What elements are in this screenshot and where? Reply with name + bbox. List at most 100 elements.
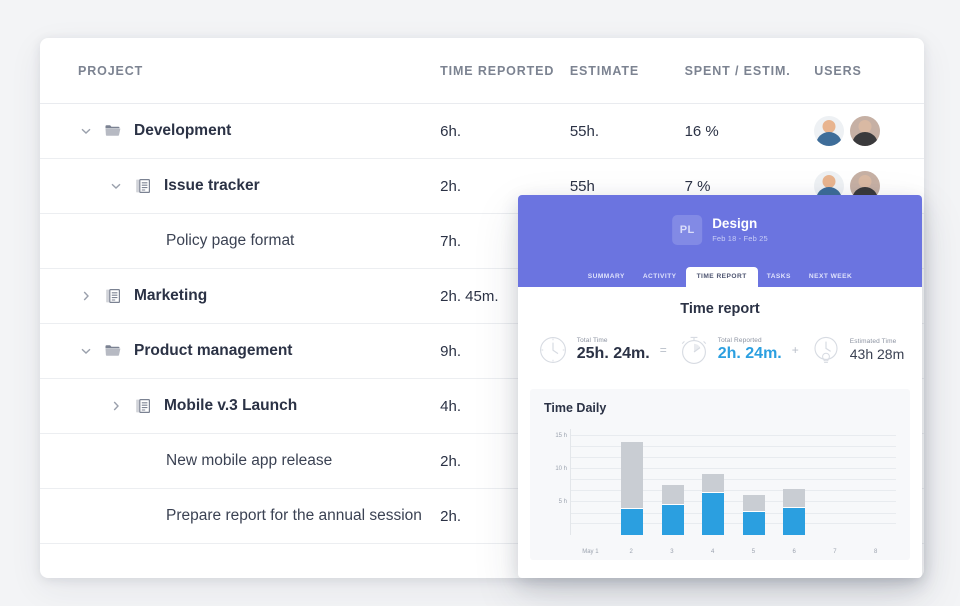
overlay-brand: PL Design Feb 18 - Feb 25 [672, 215, 768, 245]
project-logo: PL [672, 215, 703, 245]
chart-bar-segment-reported [742, 511, 765, 535]
chart-bar-segment-estimate [742, 494, 765, 512]
operator-equals: = [659, 343, 667, 357]
overlay-date-range: Feb 18 - Feb 25 [712, 234, 768, 244]
chart-bar[interactable] [620, 442, 643, 535]
x-axis-tick-label: 5 [751, 549, 756, 555]
chart-plot [570, 429, 896, 535]
chart-x-axis: May 1 2 3 4 5 6 7 8 [570, 549, 896, 555]
cell-time-reported: 2h. [440, 177, 461, 195]
document-icon [134, 177, 152, 195]
stat-label: Estimated Time [849, 338, 897, 345]
tab-activity[interactable]: ACTIVITY [634, 267, 686, 287]
chart-bar-slot [571, 429, 612, 535]
cell-project: Mobile v.3 Launch [78, 397, 440, 415]
column-header-users: USERS [814, 63, 862, 78]
stat-estimated-time: Estimated Time 43h 28m [809, 333, 904, 367]
cell-estimate: 55h. [569, 122, 600, 140]
cell-spent-estim: 16 % [684, 122, 719, 140]
tab-next-week[interactable]: NEXT WEEK [800, 267, 861, 287]
stat-value: 25h. 24m. [576, 345, 650, 362]
chart-bar[interactable] [661, 484, 684, 535]
project-name: Development [134, 122, 232, 139]
chart-bars [571, 429, 896, 535]
stat-total-time: Total Time 25h. 24m. [536, 333, 650, 367]
stopwatch-icon [677, 333, 711, 367]
x-axis-tick-label: 4 [710, 549, 715, 555]
cell-project: Issue tracker [78, 177, 440, 195]
column-header-estimate: ESTIMATE [569, 63, 640, 78]
screen: PROJECT TIME REPORTED ESTIMATE SPENT / E… [0, 0, 960, 606]
project-name: Product management [134, 342, 293, 359]
avatar[interactable] [814, 116, 845, 146]
chart-y-axis: 5 h 10 h 15 h [544, 429, 570, 535]
chart-bar-segment-estimate [783, 488, 806, 507]
x-axis-tick-label: 2 [629, 549, 633, 555]
cell-project: Prepare report for the annual session [78, 507, 440, 525]
table-row[interactable]: Development 6h. 55h. 16 % [40, 104, 924, 159]
chevron-down-icon[interactable] [108, 178, 124, 194]
folder-icon [104, 342, 122, 360]
chart-bar-slot [693, 429, 734, 535]
project-name: Prepare report for the annual session [166, 507, 422, 524]
operator-plus: + [791, 343, 799, 357]
chart-bar-slot [652, 429, 693, 535]
chart-bar-segment-reported [620, 507, 643, 535]
cell-project: Policy page format [78, 232, 440, 250]
chevron-right-icon[interactable] [78, 288, 94, 304]
project-name: Policy page format [166, 232, 295, 249]
avatar[interactable] [850, 116, 881, 146]
chart-bar-segment-reported [661, 503, 684, 535]
chart-bar-slot [734, 429, 775, 535]
time-report-overlay-card: PL Design Feb 18 - Feb 25 SUMMARY ACTIVIT… [518, 195, 922, 578]
chart-bar-segment-estimate [661, 484, 684, 504]
overlay-header: PL Design Feb 18 - Feb 25 SUMMARY ACTIVIT… [518, 195, 922, 287]
cell-users [814, 116, 924, 146]
overlay-body: Time report Total Time 25h. 24m. = Total Re… [518, 287, 922, 560]
time-summary-row: Total Time 25h. 24m. = Total Reported 2h. 24… [518, 333, 922, 367]
stat-label: Total Time [576, 337, 608, 344]
chevron-down-icon[interactable] [78, 343, 94, 359]
tab-summary[interactable]: SUMMARY [579, 267, 634, 287]
stat-value: 2h. 24m. [717, 345, 782, 362]
stat-value: 43h 28m [849, 346, 905, 362]
document-icon [134, 397, 152, 415]
chart-area: 5 h 10 h 15 h May 1 2 3 4 5 6 7 8 [544, 429, 896, 555]
y-axis-tick-label: 15 h [555, 432, 567, 439]
cell-project: Product management [78, 342, 440, 360]
cell-project: Development [78, 122, 440, 140]
cell-project: New mobile app release [78, 452, 440, 470]
chart-bar[interactable] [783, 488, 806, 535]
chart-bar-segment-reported [702, 491, 725, 535]
project-name: Marketing [134, 287, 208, 304]
chart-bar[interactable] [702, 474, 725, 535]
time-report-heading: Time report [680, 301, 760, 317]
chart-title: Time Daily [544, 401, 607, 415]
cell-spent-estim: 7 % [684, 177, 711, 195]
chart-bar-slot [815, 429, 856, 535]
y-axis-tick-label: 10 h [555, 465, 567, 472]
project-name: Issue tracker [164, 177, 260, 194]
chart-bar-segment-reported [783, 506, 806, 535]
chart-bar-segment-estimate [702, 474, 725, 492]
chart-bar[interactable] [742, 494, 765, 535]
column-header-spent-estim: SPENT / ESTIM. [684, 63, 791, 78]
tab-time-report[interactable]: TIME REPORT [685, 267, 758, 287]
column-header-time-reported: TIME REPORTED [440, 63, 555, 78]
x-axis-tick-label: 8 [873, 549, 878, 555]
avatar-group [814, 116, 924, 146]
cell-time-reported: 6h. [440, 122, 461, 140]
table-header-row: PROJECT TIME REPORTED ESTIMATE SPENT / E… [40, 38, 924, 104]
x-axis-tick-label: May 1 [582, 549, 599, 555]
time-daily-panel: Time Daily 5 h 10 h 15 h May 1 2 3 4 5 6 7 8 [530, 389, 910, 560]
chevron-right-icon[interactable] [108, 398, 124, 414]
idea-clock-icon [809, 333, 843, 367]
column-header-project: PROJECT [78, 63, 144, 78]
clock-icon [536, 333, 570, 367]
chart-bar-slot [774, 429, 815, 535]
tab-tasks[interactable]: TASKS [758, 267, 800, 287]
document-icon [104, 287, 122, 305]
chevron-down-icon[interactable] [78, 123, 94, 139]
chart-bar-segment-estimate [620, 442, 643, 508]
folder-icon [104, 122, 122, 140]
